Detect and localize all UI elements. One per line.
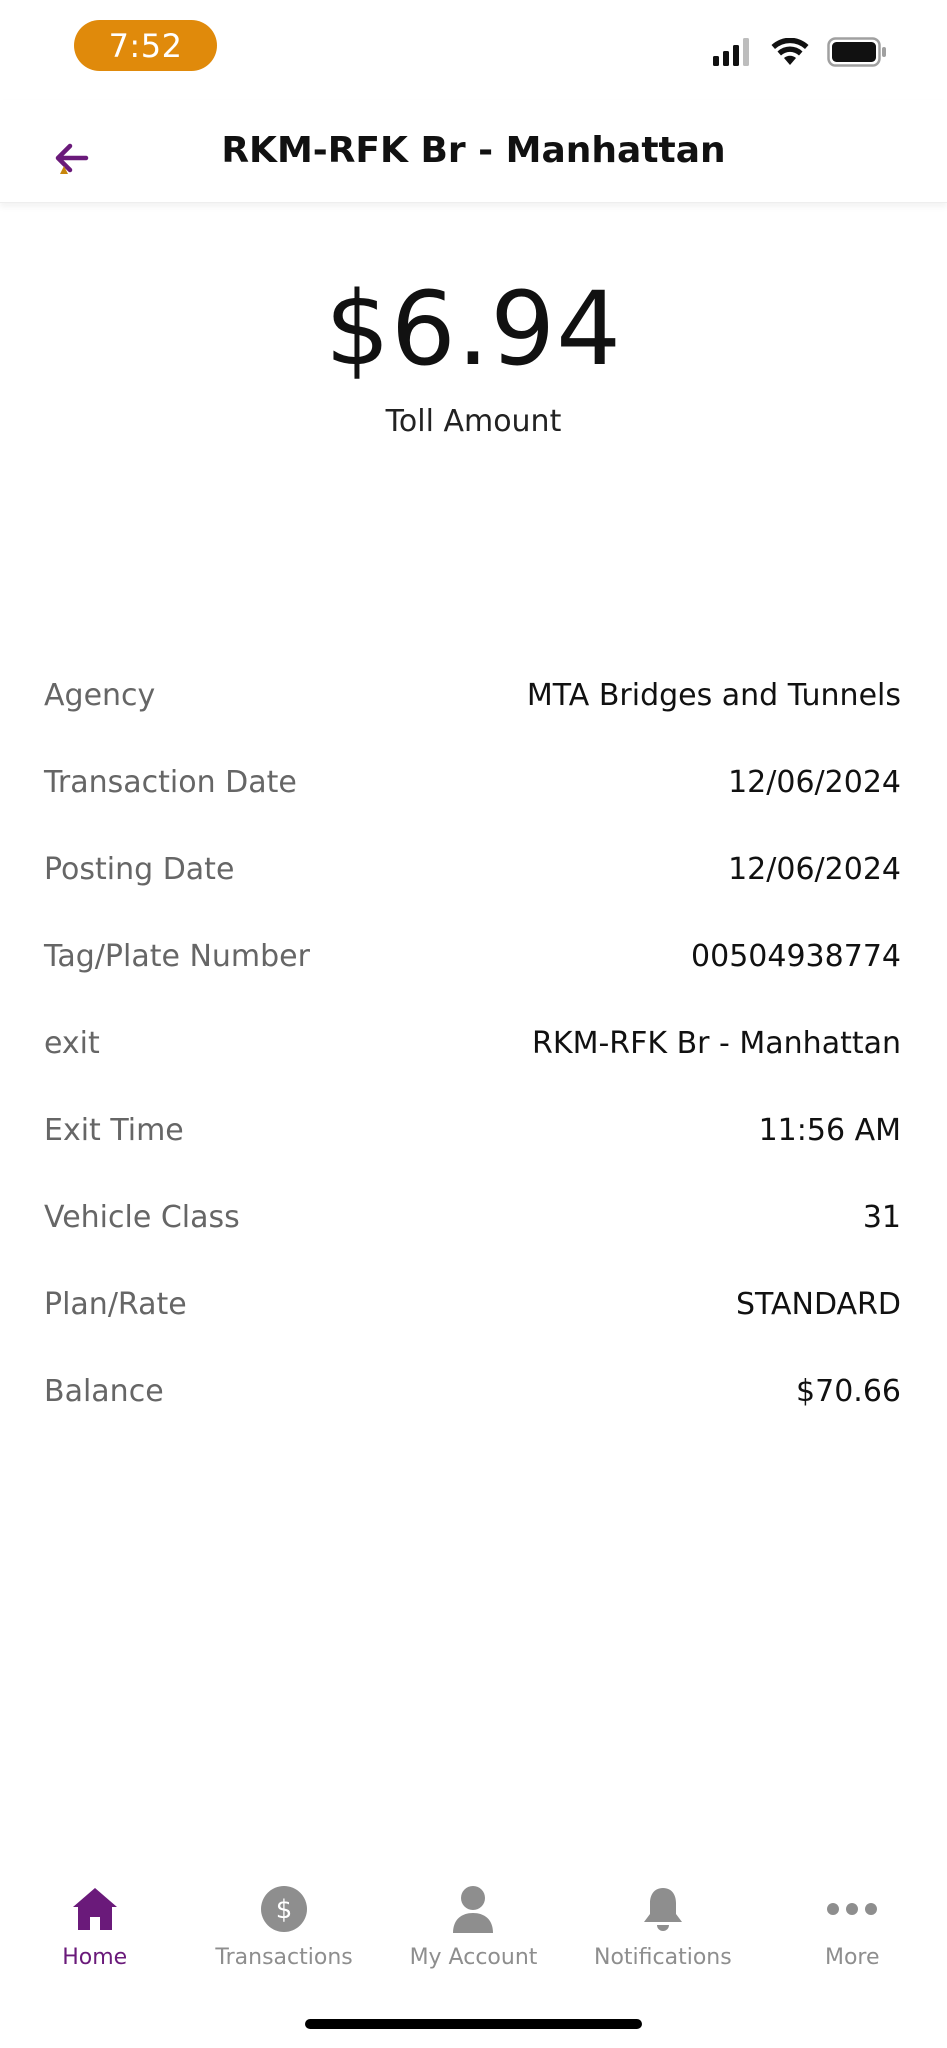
detail-label: exit	[44, 1026, 100, 1061]
tab-home[interactable]: Home	[0, 1866, 189, 1986]
detail-label: Agency	[44, 678, 156, 713]
detail-row-exit: exit RKM-RFK Br - Manhattan	[44, 1000, 901, 1087]
status-time: 7:52	[74, 20, 217, 71]
arrow-left-icon	[48, 138, 92, 186]
dollar-circle-icon: $	[258, 1883, 310, 1935]
home-icon	[69, 1883, 121, 1935]
detail-label: Transaction Date	[44, 765, 297, 800]
status-bar: 7:52	[0, 0, 947, 100]
detail-row-transaction-date: Transaction Date 12/06/2024	[44, 739, 901, 826]
detail-label: Exit Time	[44, 1113, 184, 1148]
detail-row-exit-time: Exit Time 11:56 AM	[44, 1087, 901, 1174]
detail-label: Balance	[44, 1374, 164, 1409]
detail-value: 11:56 AM	[758, 1113, 901, 1148]
page-title: RKM-RFK Br - Manhattan	[221, 130, 726, 171]
status-icons	[713, 36, 887, 72]
detail-row-plan-rate: Plan/Rate STANDARD	[44, 1261, 901, 1348]
toll-amount-section: $6.94 Toll Amount	[0, 270, 947, 439]
detail-row-tag-plate-number: Tag/Plate Number 00504938774	[44, 913, 901, 1000]
detail-row-vehicle-class: Vehicle Class 31	[44, 1174, 901, 1261]
home-indicator[interactable]	[305, 2019, 642, 2029]
toll-amount-label: Toll Amount	[385, 404, 562, 439]
detail-value: 12/06/2024	[728, 765, 901, 800]
detail-value: 31	[862, 1200, 901, 1235]
tab-more[interactable]: More	[758, 1866, 947, 1986]
tab-label: More	[824, 1945, 880, 1970]
detail-label: Posting Date	[44, 852, 235, 887]
detail-value: $70.66	[796, 1374, 901, 1409]
detail-label: Plan/Rate	[44, 1287, 187, 1322]
person-icon	[447, 1883, 499, 1935]
toll-amount-value: $6.94	[324, 270, 622, 389]
tab-label: Home	[62, 1945, 128, 1970]
detail-value: 12/06/2024	[728, 852, 901, 887]
nav-header: RKM-RFK Br - Manhattan	[0, 100, 947, 203]
detail-value: STANDARD	[735, 1287, 901, 1322]
tab-notifications[interactable]: Notifications	[568, 1866, 757, 1986]
detail-row-balance: Balance $70.66	[44, 1348, 901, 1435]
transaction-details: Agency MTA Bridges and Tunnels Transacti…	[44, 652, 901, 1435]
tab-transactions[interactable]: $ Transactions	[189, 1866, 378, 1986]
battery-icon	[827, 37, 887, 71]
tab-label: Transactions	[215, 1945, 353, 1970]
back-button[interactable]	[38, 130, 102, 194]
wifi-icon	[771, 37, 809, 70]
bottom-tab-bar: Home $ Transactions My Account Notificat…	[0, 1866, 947, 1986]
detail-value: MTA Bridges and Tunnels	[526, 678, 901, 713]
detail-row-agency: Agency MTA Bridges and Tunnels	[44, 652, 901, 739]
detail-label: Tag/Plate Number	[44, 939, 310, 974]
tab-label: Notifications	[594, 1945, 732, 1970]
cellular-signal-icon	[713, 38, 753, 70]
detail-row-posting-date: Posting Date 12/06/2024	[44, 826, 901, 913]
detail-value: 00504938774	[691, 939, 901, 974]
detail-label: Vehicle Class	[44, 1200, 240, 1235]
tab-label: My Account	[409, 1945, 538, 1970]
bell-icon	[637, 1883, 689, 1935]
svg-text:$: $	[276, 1895, 293, 1925]
tab-my-account[interactable]: My Account	[379, 1866, 568, 1986]
detail-value: RKM-RFK Br - Manhattan	[532, 1026, 901, 1061]
more-dots-icon	[826, 1883, 878, 1935]
